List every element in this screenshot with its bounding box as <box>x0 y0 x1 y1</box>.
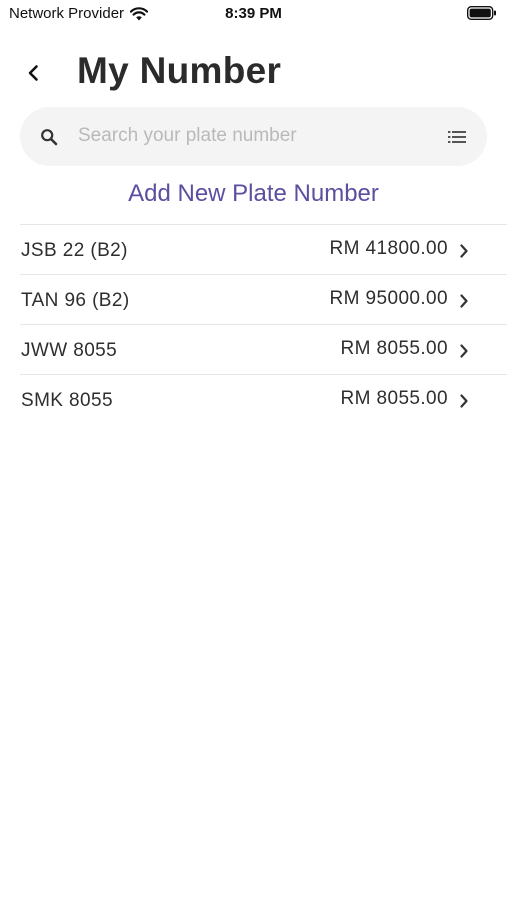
search-input[interactable] <box>78 117 428 155</box>
list-filter-icon[interactable] <box>448 130 466 144</box>
plate-price: RM 95000.00 <box>329 288 448 309</box>
plate-row[interactable]: JSB 22 (B2) RM 41800.00 <box>20 225 507 275</box>
status-bar: Network Provider 8:39 PM <box>0 0 507 28</box>
plate-price: RM 8055.00 <box>340 338 448 359</box>
plate-number: JWW 8055 <box>21 340 118 361</box>
search-bar <box>20 107 487 166</box>
chevron-right-icon <box>460 344 468 358</box>
search-icon <box>41 129 58 146</box>
status-time: 8:39 PM <box>225 5 282 22</box>
add-new-plate-link[interactable]: Add New Plate Number <box>0 180 507 208</box>
header: My Number <box>0 44 507 104</box>
plate-row[interactable]: SMK 8055 RM 8055.00 <box>20 375 507 424</box>
back-button[interactable] <box>18 58 48 88</box>
chevron-right-icon <box>460 294 468 308</box>
chevron-left-icon <box>28 65 38 81</box>
plate-number: SMK 8055 <box>21 390 113 411</box>
plate-row[interactable]: JWW 8055 RM 8055.00 <box>20 325 507 375</box>
chevron-right-icon <box>460 394 468 408</box>
plate-number: TAN 96 (B2) <box>21 290 130 311</box>
plate-number: JSB 22 (B2) <box>21 240 128 261</box>
plate-row[interactable]: TAN 96 (B2) RM 95000.00 <box>20 275 507 325</box>
plate-price: RM 41800.00 <box>329 238 448 259</box>
page-title: My Number <box>77 50 282 91</box>
plate-price: RM 8055.00 <box>340 388 448 409</box>
plate-list: JSB 22 (B2) RM 41800.00 TAN 96 (B2) RM 9… <box>20 224 507 424</box>
battery-icon <box>467 6 496 20</box>
chevron-right-icon <box>460 244 468 258</box>
